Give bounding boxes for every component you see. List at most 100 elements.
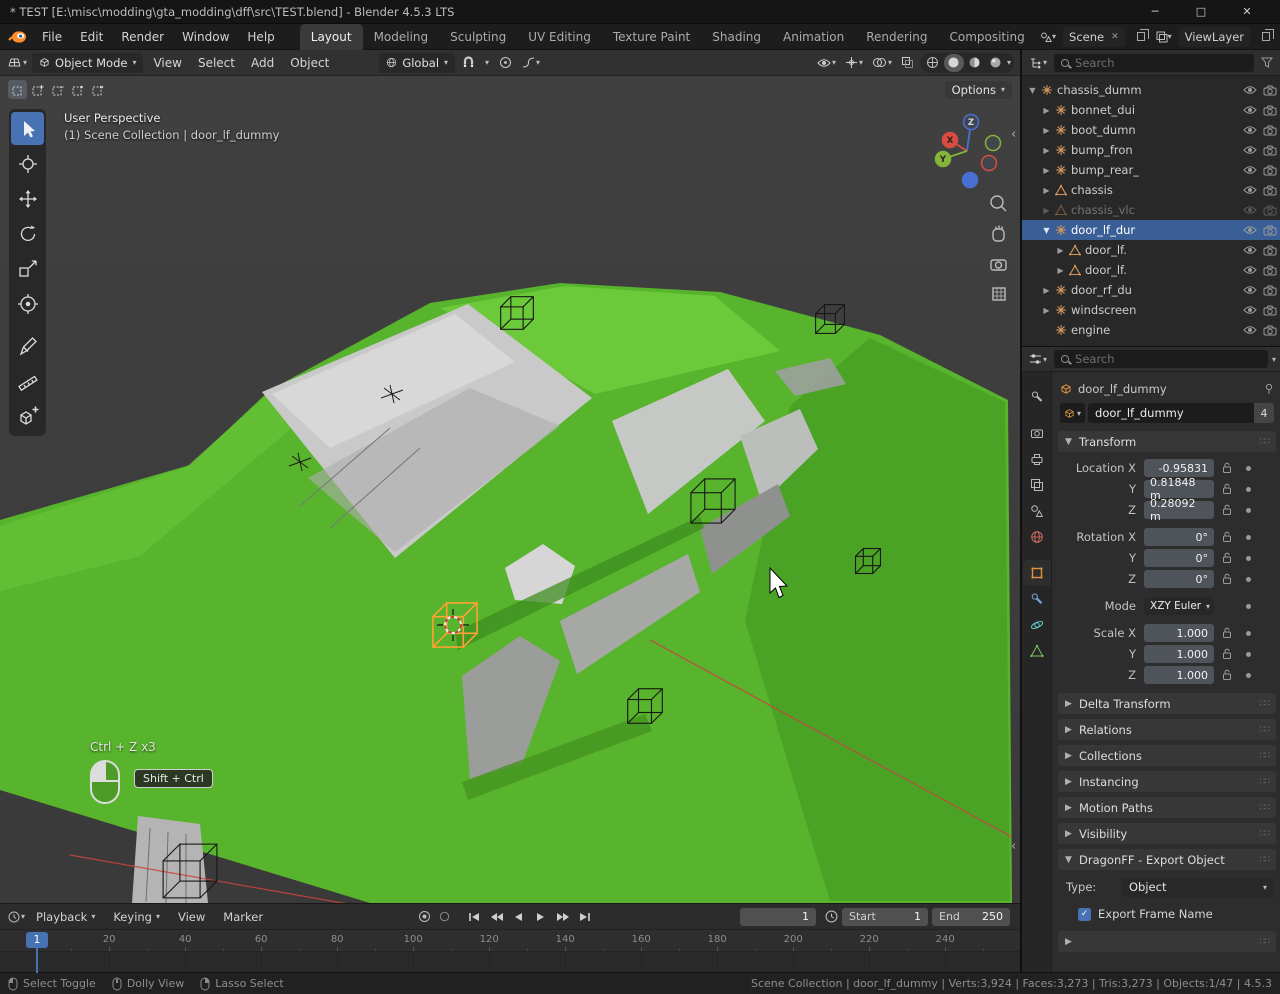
hide-eye-icon[interactable]: [1240, 245, 1260, 255]
region-collapse-icon-2[interactable]: ‹: [1011, 839, 1016, 854]
lock-icon[interactable]: [1220, 627, 1234, 639]
viewport-3d[interactable]: ZXY ‹ ‹ Options▾ User Perspective (1) Sc…: [0, 76, 1020, 903]
browse-object-button[interactable]: ▾: [1060, 403, 1085, 423]
play-reverse-button[interactable]: [509, 908, 527, 926]
viewport-menu-add[interactable]: Add: [243, 56, 282, 70]
select-mode-extend[interactable]: [28, 80, 47, 99]
users-count-badge[interactable]: 4: [1254, 403, 1274, 423]
animate-dot[interactable]: [1246, 652, 1251, 657]
disable-render-icon[interactable]: [1260, 125, 1280, 136]
current-frame-field[interactable]: 1: [740, 908, 816, 926]
pan-hand-icon[interactable]: [993, 226, 1004, 242]
proportional-falloff-dropdown[interactable]: ▾: [519, 52, 543, 74]
lock-icon[interactable]: [1220, 669, 1234, 681]
frame-end-field[interactable]: End 250: [932, 908, 1010, 926]
number-field[interactable]: 1.000: [1144, 645, 1214, 663]
proportional-editing-toggle[interactable]: [496, 52, 515, 74]
use-preview-range-icon[interactable]: [822, 906, 841, 928]
minimize-button[interactable]: ─: [1132, 0, 1178, 24]
animate-dot[interactable]: [1246, 487, 1251, 492]
properties-tab-object[interactable]: [1023, 560, 1051, 586]
properties-tab-viewlayer[interactable]: [1023, 472, 1051, 498]
timeline-tracks[interactable]: [0, 952, 1020, 973]
shading-wireframe-button[interactable]: [923, 54, 943, 72]
disable-render-icon[interactable]: [1260, 145, 1280, 156]
animate-dot[interactable]: [1246, 466, 1251, 471]
auto-keying-record-icon[interactable]: [418, 910, 431, 923]
panel-grip-icon[interactable]: ∷∷: [1260, 699, 1269, 709]
prev-key-button[interactable]: [487, 908, 505, 926]
transform-tool[interactable]: [11, 287, 44, 320]
outliner-row-bonnet-dui[interactable]: ▶bonnet_dui: [1022, 100, 1280, 120]
viewport-menu-object[interactable]: Object: [282, 56, 337, 70]
select-box-tool[interactable]: [11, 112, 44, 145]
navigation-gizmo[interactable]: ZXY: [936, 115, 1001, 188]
car-model[interactable]: [0, 283, 1012, 903]
transform-section-header[interactable]: ▼ Transform ∷∷: [1058, 431, 1276, 452]
new-viewlayer-button[interactable]: [1256, 27, 1274, 47]
tab-rendering[interactable]: Rendering: [855, 24, 938, 50]
export-frame-name-checkbox[interactable]: ✓: [1078, 908, 1091, 921]
hide-eye-icon[interactable]: [1240, 325, 1260, 335]
number-field[interactable]: 0.28092 m: [1144, 501, 1214, 519]
animate-dot[interactable]: [1246, 535, 1251, 540]
disable-render-icon[interactable]: [1260, 305, 1280, 316]
browse-scene-button[interactable]: ▾: [1039, 27, 1057, 47]
scale-tool[interactable]: [11, 252, 44, 285]
lock-icon[interactable]: [1220, 504, 1234, 516]
orientation-dropdown[interactable]: Global▾: [379, 53, 455, 73]
select-mode-intersect[interactable]: [88, 80, 107, 99]
properties-tab-world[interactable]: [1023, 524, 1051, 550]
expander-icon[interactable]: ▶: [1040, 146, 1053, 155]
hide-eye-icon[interactable]: [1240, 285, 1260, 295]
properties-search-input[interactable]: Search: [1054, 350, 1268, 368]
number-field[interactable]: 1.000: [1144, 624, 1214, 642]
number-field[interactable]: -0.95831: [1144, 459, 1214, 477]
tab-animation[interactable]: Animation: [772, 24, 855, 50]
region-collapse-icon[interactable]: ‹: [1011, 127, 1016, 142]
properties-options-dropdown[interactable]: ▾: [1272, 355, 1276, 364]
outliner-editor-type-button[interactable]: ▾: [1026, 52, 1050, 74]
unlink-scene-icon[interactable]: ✕: [1111, 32, 1119, 42]
lock-icon[interactable]: [1220, 552, 1234, 564]
overlays-dropdown[interactable]: ▾: [869, 52, 895, 74]
animate-dot[interactable]: [1246, 508, 1251, 513]
hide-eye-icon[interactable]: [1240, 125, 1260, 135]
dragonff-section-header[interactable]: ▼ DragonFF - Export Object ∷∷: [1058, 849, 1276, 870]
gizmos-dropdown[interactable]: ▾: [842, 52, 866, 74]
shading-dropdown[interactable]: ▾: [1007, 58, 1011, 67]
outliner-row-boot-dumn[interactable]: ▶boot_dumn: [1022, 120, 1280, 140]
expander-icon[interactable]: ▶: [1040, 206, 1053, 215]
disable-render-icon[interactable]: [1260, 265, 1280, 276]
expander-icon[interactable]: ▶: [1040, 286, 1053, 295]
outliner-row-chassis-dumm[interactable]: ▼chassis_dumm: [1022, 80, 1280, 100]
auto-keying-options-icon[interactable]: [439, 911, 450, 922]
tab-uv-editing[interactable]: UV Editing: [517, 24, 602, 50]
next-key-button[interactable]: [553, 908, 571, 926]
rotate-tool[interactable]: [11, 217, 44, 250]
object-name-field[interactable]: door_lf_dummy 4: [1088, 403, 1274, 423]
disable-render-icon[interactable]: [1260, 165, 1280, 176]
play-button[interactable]: [531, 908, 549, 926]
outliner-row-door-lf[interactable]: ▶door_lf.: [1022, 240, 1280, 260]
timeline-menu-view[interactable]: View: [170, 910, 213, 924]
expander-icon[interactable]: ▶: [1040, 306, 1053, 315]
collapsed-section-instancing[interactable]: ▶Instancing∷∷: [1058, 771, 1276, 792]
outliner-row-door-rf-du[interactable]: ▶door_rf_du: [1022, 280, 1280, 300]
timeline-menu-keying[interactable]: Keying▾: [105, 910, 168, 924]
snap-dropdown[interactable]: ▾: [482, 52, 492, 74]
shading-rendered-button[interactable]: [986, 54, 1006, 72]
properties-tab-render[interactable]: [1023, 420, 1051, 446]
disable-render-icon[interactable]: [1260, 205, 1280, 216]
select-mode-set[interactable]: [8, 80, 27, 99]
outliner-row-chassis[interactable]: ▶chassis: [1022, 180, 1280, 200]
tab-compositing[interactable]: Compositing: [938, 24, 1035, 50]
menu-edit[interactable]: Edit: [71, 30, 112, 44]
lock-icon[interactable]: [1220, 648, 1234, 660]
hide-eye-icon[interactable]: [1240, 145, 1260, 155]
disable-render-icon[interactable]: [1260, 105, 1280, 116]
xray-toggle[interactable]: [898, 52, 917, 74]
panel-grip-icon[interactable]: ∷∷: [1260, 437, 1269, 447]
expander-icon[interactable]: ▶: [1040, 186, 1053, 195]
collapsed-section-relations[interactable]: ▶Relations∷∷: [1058, 719, 1276, 740]
